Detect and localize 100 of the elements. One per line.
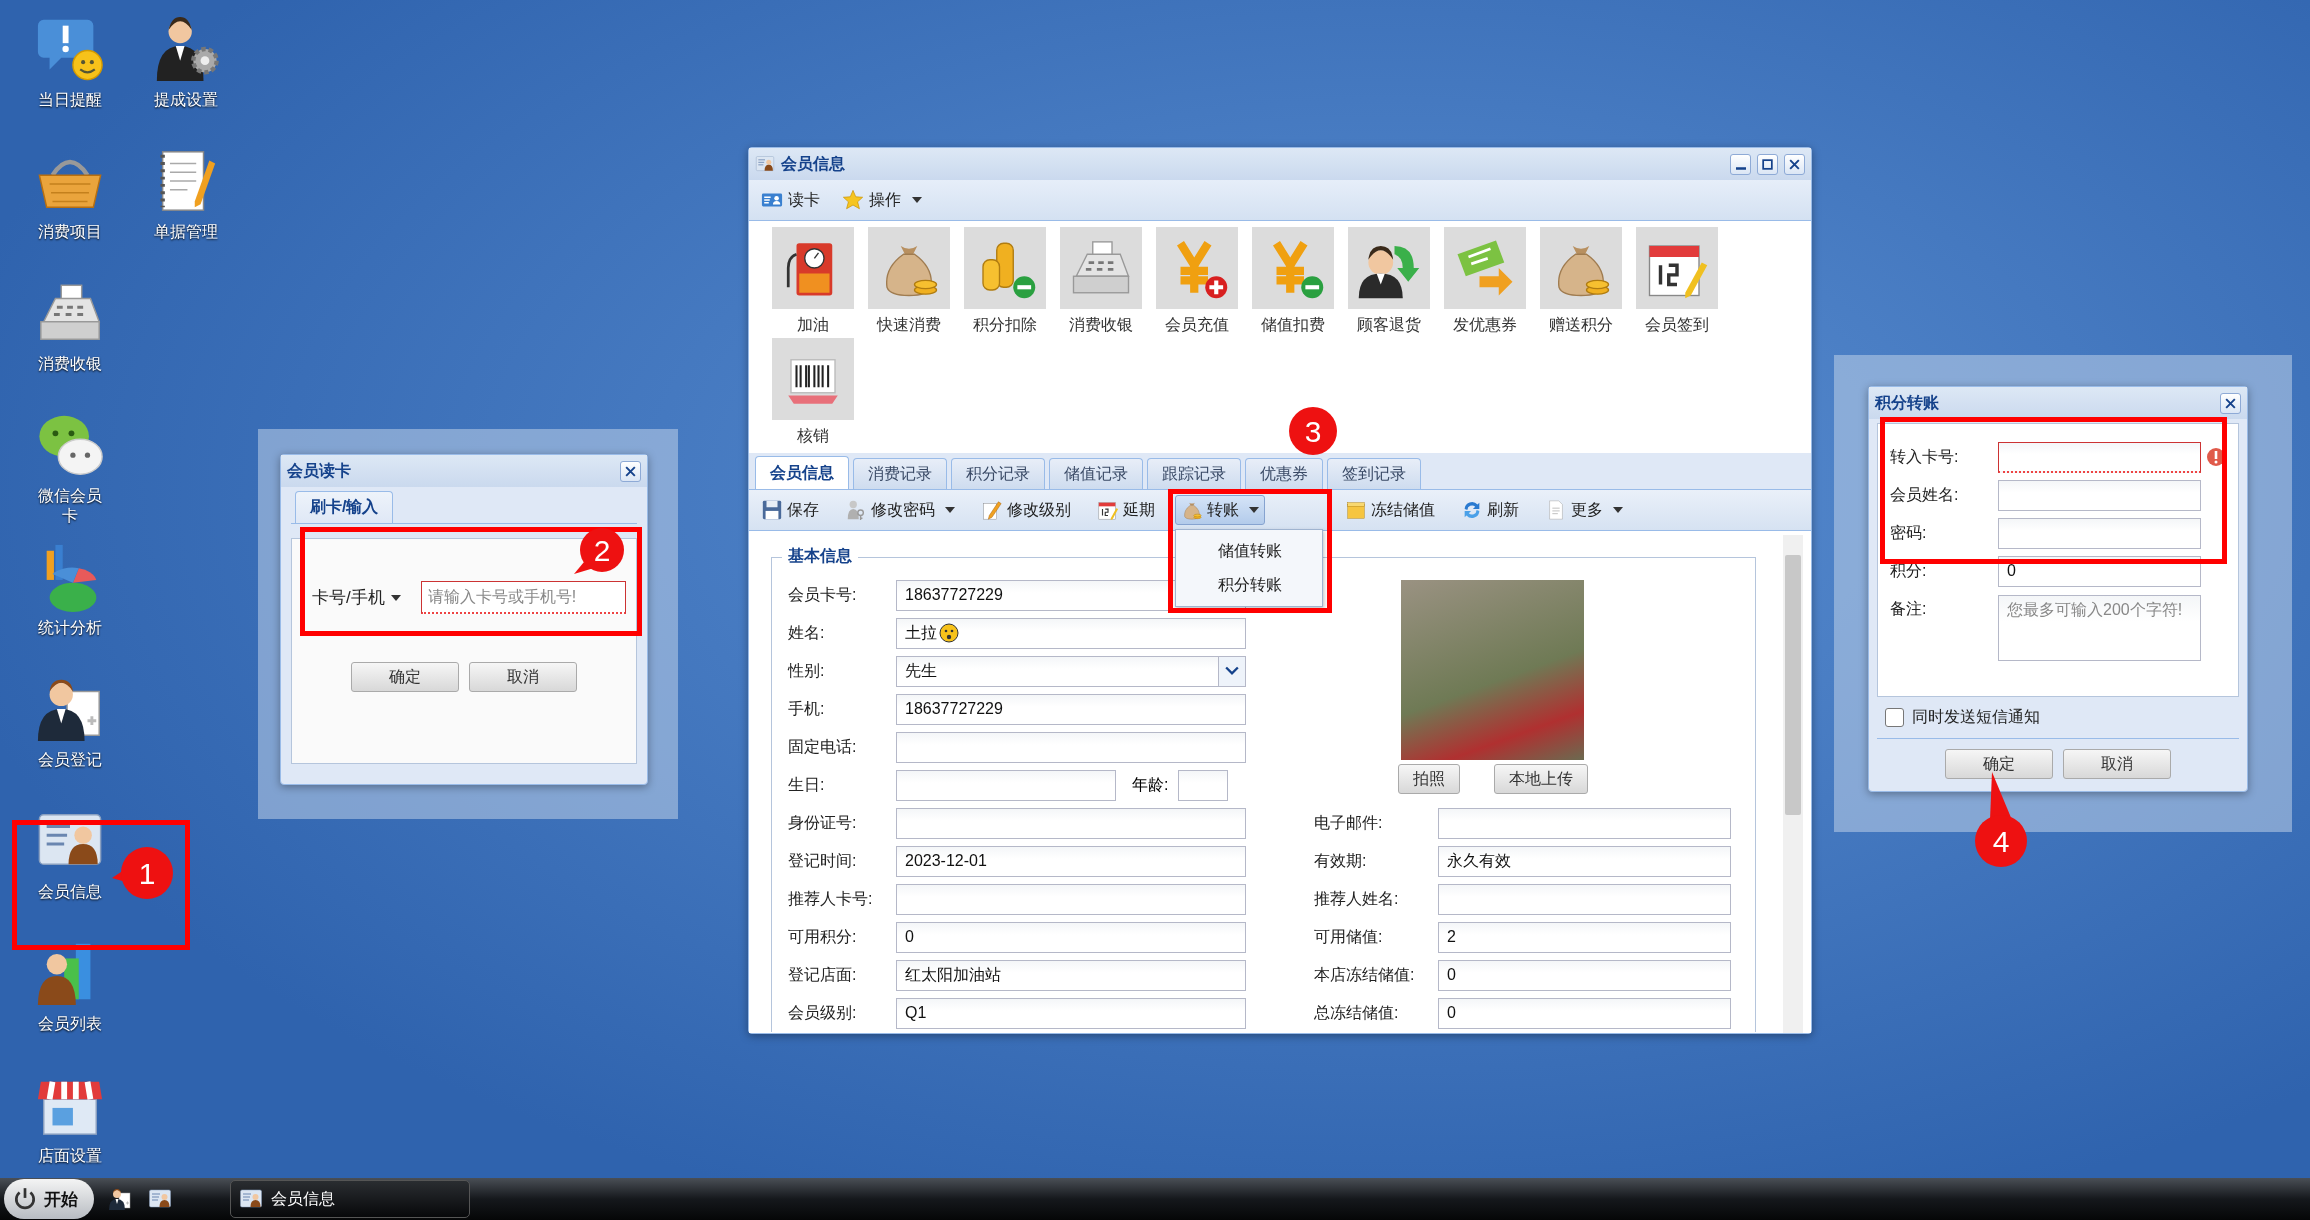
maximize-button[interactable] bbox=[1757, 153, 1778, 175]
tab[interactable]: 签到记录 bbox=[1327, 458, 1421, 489]
field-label: 性别: bbox=[788, 660, 826, 681]
field-label: 生日: bbox=[788, 774, 826, 795]
close-icon bbox=[624, 464, 637, 478]
input-field[interactable]: 永久有效 bbox=[1438, 845, 1731, 877]
input-field[interactable] bbox=[1998, 479, 2201, 511]
input-field[interactable] bbox=[896, 807, 1246, 839]
close-button[interactable] bbox=[1784, 153, 1805, 175]
input-field[interactable]: 请输入卡号或手机号! bbox=[420, 581, 626, 614]
caret-icon bbox=[390, 594, 401, 601]
input-field[interactable]: 0 bbox=[1438, 959, 1731, 991]
calendar-pencil-icon bbox=[1097, 499, 1119, 521]
field-label: 本店冻结储值: bbox=[1314, 964, 1416, 985]
desktop-shortcut[interactable]: 会员列表 bbox=[35, 938, 105, 1034]
minimize-button[interactable] bbox=[1730, 153, 1751, 175]
dialog-title: 积分转账 bbox=[1875, 392, 1939, 413]
input-field[interactable]: 18637727229 bbox=[896, 693, 1246, 725]
dialog-button[interactable]: 取消 bbox=[2063, 749, 2171, 779]
desktop-shortcut[interactable]: 店面设置 bbox=[35, 1070, 105, 1166]
desktop-shortcut[interactable]: 当日提醒 bbox=[35, 14, 105, 110]
input-field[interactable]: 土拉 bbox=[896, 617, 1246, 649]
tab[interactable]: 储值记录 bbox=[1049, 458, 1143, 489]
desktop-shortcut[interactable]: 会员登记 bbox=[35, 674, 105, 770]
desktop-shortcut[interactable]: 消费项目 bbox=[35, 146, 105, 242]
close-button[interactable] bbox=[2220, 392, 2241, 414]
desktop-shortcut[interactable]: 微信会员卡 bbox=[34, 410, 106, 526]
input-field[interactable] bbox=[896, 731, 1246, 763]
tab[interactable]: 刷卡/输入 bbox=[295, 491, 394, 523]
checkbox[interactable] bbox=[1885, 708, 1904, 727]
tab[interactable]: 跟踪记录 bbox=[1147, 458, 1241, 489]
field-label: 推荐人卡号: bbox=[788, 888, 874, 909]
desktop-shortcut[interactable]: 会员信息 bbox=[35, 806, 105, 902]
chevron-icon bbox=[1218, 656, 1245, 686]
dialog-button[interactable]: 取消 bbox=[469, 662, 577, 692]
key-icon bbox=[845, 499, 867, 521]
input-field[interactable]: Q1 bbox=[896, 997, 1246, 1029]
field-label: 姓名: bbox=[788, 622, 826, 643]
tab[interactable]: 会员信息 bbox=[755, 456, 849, 489]
taskbar-button[interactable]: 会员信息 bbox=[230, 1180, 470, 1218]
tab[interactable]: 积分记录 bbox=[951, 458, 1045, 489]
tab[interactable]: 优惠券 bbox=[1245, 458, 1323, 489]
field-label: 年龄: bbox=[1132, 774, 1169, 795]
input-field[interactable] bbox=[1998, 441, 2201, 473]
toolbar-button[interactable]: 保存 bbox=[755, 495, 825, 525]
desktop-shortcut[interactable]: 提成设置 bbox=[151, 14, 221, 110]
toolbar-button[interactable]: 延期 bbox=[1091, 495, 1161, 525]
close-icon bbox=[2224, 396, 2237, 410]
input-field[interactable]: 红太阳加油站 bbox=[896, 959, 1246, 991]
person-card-icon bbox=[148, 1187, 172, 1211]
toolbar-button[interactable]: 修改密码 bbox=[839, 495, 961, 525]
caret-icon bbox=[945, 507, 955, 513]
toolbar-button[interactable]: 操作 bbox=[838, 186, 926, 214]
toolbar-button[interactable]: 更多 bbox=[1539, 495, 1629, 525]
photo-button[interactable]: 拍照 bbox=[1397, 764, 1460, 794]
person-clipboard-icon bbox=[108, 1187, 132, 1211]
input-field[interactable]: 0 bbox=[1438, 997, 1731, 1029]
start-button[interactable]: 开始 bbox=[4, 1179, 94, 1219]
dialog-button[interactable]: 确定 bbox=[1945, 749, 2053, 779]
pencil-icon bbox=[981, 499, 1003, 521]
mode-dropdown[interactable]: 卡号/手机 bbox=[302, 586, 401, 609]
text-area[interactable]: 您最多可输入200个字符! bbox=[1998, 595, 2201, 661]
close-button[interactable] bbox=[620, 460, 641, 482]
input-field[interactable] bbox=[896, 769, 1116, 801]
dialog-button[interactable]: 确定 bbox=[351, 662, 459, 692]
input-field[interactable] bbox=[1438, 883, 1731, 915]
field-label: 固定电话: bbox=[788, 736, 858, 757]
scrollbar[interactable] bbox=[1783, 535, 1803, 1033]
toolbar-button[interactable]: 转账 bbox=[1175, 495, 1265, 525]
star-icon bbox=[842, 189, 864, 211]
menu-item[interactable]: 储值转账 bbox=[1176, 534, 1322, 568]
caret-icon bbox=[1613, 507, 1623, 513]
input-field[interactable]: 0 bbox=[896, 921, 1246, 953]
toolbar-button[interactable]: 冻结储值 bbox=[1339, 495, 1441, 525]
desktop-shortcut[interactable]: 单据管理 bbox=[151, 146, 221, 242]
checkbox-label: 同时发送短信通知 bbox=[1912, 707, 2040, 727]
field-label: 推荐人姓名: bbox=[1314, 888, 1400, 909]
maximize-icon bbox=[1761, 157, 1774, 171]
photo-button[interactable]: 本地上传 bbox=[1493, 764, 1588, 794]
toolbar-button[interactable]: 刷新 bbox=[1455, 495, 1525, 525]
field-label: 会员卡号: bbox=[788, 584, 858, 605]
input-field[interactable] bbox=[1178, 769, 1229, 801]
field-label: 会员姓名: bbox=[1890, 484, 1960, 505]
input-field[interactable] bbox=[896, 883, 1246, 915]
desktop-shortcut[interactable]: 消费收银 bbox=[35, 278, 105, 374]
caret-icon bbox=[912, 197, 922, 203]
input-field[interactable] bbox=[1438, 807, 1731, 839]
field-label: 有效期: bbox=[1314, 850, 1368, 871]
box-icon bbox=[1345, 499, 1367, 521]
toolbar-button[interactable]: 读卡 bbox=[757, 186, 824, 214]
desktop-shortcut[interactable]: 统计分析 bbox=[35, 542, 105, 638]
field-label: 登记店面: bbox=[788, 964, 858, 985]
select-field[interactable]: 先生 bbox=[896, 655, 1246, 687]
input-field[interactable]: 2 bbox=[1438, 921, 1731, 953]
input-field[interactable] bbox=[1998, 517, 2201, 549]
tab[interactable]: 消费记录 bbox=[853, 458, 947, 489]
toolbar-button[interactable]: 修改级别 bbox=[975, 495, 1077, 525]
field-label: 密码: bbox=[1890, 522, 1928, 543]
input-field[interactable]: 2023-12-01 bbox=[896, 845, 1246, 877]
section-title: 基本信息 bbox=[782, 546, 858, 567]
